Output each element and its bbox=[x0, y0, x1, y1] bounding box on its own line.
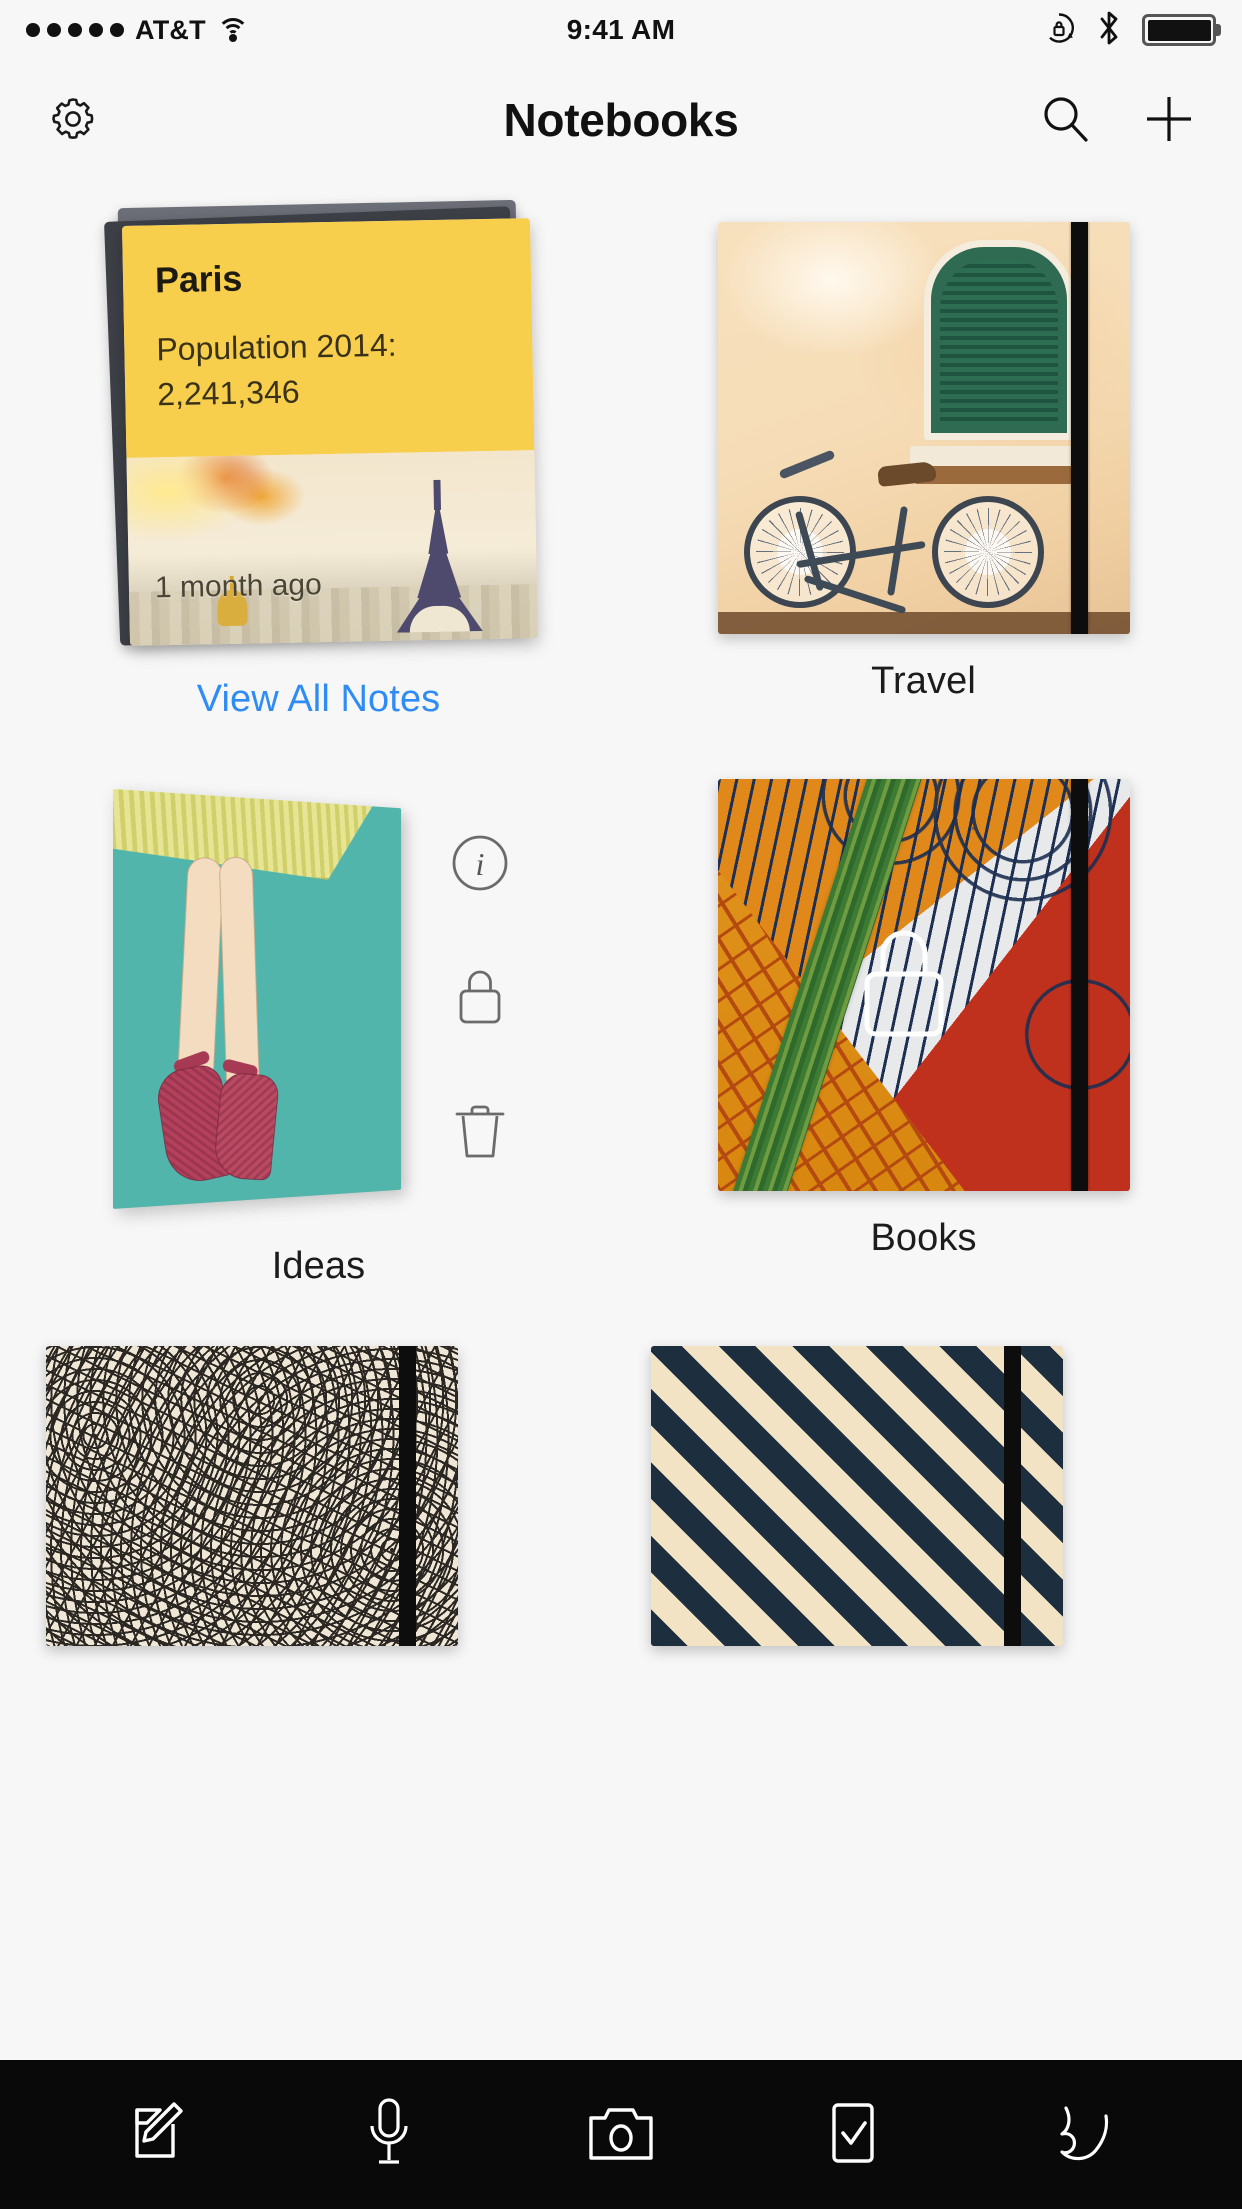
signal-strength-icon bbox=[26, 23, 124, 37]
leg-illustration bbox=[218, 857, 259, 1089]
microphone-icon bbox=[364, 2096, 414, 2173]
notebook-cover-zentangle[interactable] bbox=[46, 1346, 458, 1646]
note-text-line-1: Population 2014: bbox=[155, 321, 500, 373]
note-body: Paris Population 2014: 2,241,346 bbox=[122, 218, 534, 458]
bottom-toolbar bbox=[0, 2060, 1242, 2209]
notebooks-grid: Paris Population 2014: 2,241,346 1 month… bbox=[0, 180, 1242, 721]
note-text-line-2: 2,241,346 bbox=[156, 366, 501, 418]
notebook-locked-indicator bbox=[718, 779, 1090, 1191]
rotation-lock-icon bbox=[1042, 11, 1076, 50]
notebooks-grid-row-3 bbox=[0, 1346, 1242, 1646]
eiffel-tower-icon bbox=[390, 481, 485, 633]
notebook-cell-books: Books bbox=[651, 779, 1196, 1288]
recent-note-cell: Paris Population 2014: 2,241,346 1 month… bbox=[46, 222, 591, 721]
navigation-bar-right bbox=[1040, 92, 1196, 149]
notebook-ideas-wrapper: i bbox=[113, 779, 525, 1219]
status-bar-left: AT&T bbox=[26, 15, 249, 46]
plus-icon bbox=[1142, 92, 1196, 149]
info-circle-icon: i bbox=[449, 882, 511, 897]
notebook-cover-books[interactable] bbox=[718, 779, 1130, 1191]
bluetooth-icon bbox=[1096, 10, 1122, 51]
notebook-label-books: Books bbox=[870, 1217, 976, 1260]
new-sketch-button[interactable] bbox=[1026, 2085, 1146, 2185]
search-button[interactable] bbox=[1040, 93, 1092, 148]
view-all-notes-link[interactable]: View All Notes bbox=[197, 678, 441, 721]
leg-illustration bbox=[177, 856, 224, 1082]
notebook-info-button[interactable]: i bbox=[449, 832, 511, 897]
lock-icon bbox=[845, 918, 963, 1053]
status-bar-right bbox=[1042, 10, 1216, 51]
new-audio-note-button[interactable] bbox=[329, 2085, 449, 2185]
ground-line bbox=[718, 612, 1130, 634]
elastic-band bbox=[399, 1346, 416, 1646]
notebook-lock-button[interactable] bbox=[450, 963, 510, 1032]
sketch-squiggle-icon bbox=[1052, 2098, 1120, 2171]
window-illustration bbox=[924, 240, 1074, 440]
notebook-label-ideas: Ideas bbox=[272, 1245, 365, 1288]
notebook-cell-ideas: i bbox=[46, 779, 591, 1288]
battery-icon bbox=[1142, 14, 1216, 46]
checklist-icon bbox=[824, 2099, 882, 2170]
elastic-band bbox=[1071, 222, 1088, 634]
pencil-note-icon bbox=[125, 2098, 187, 2171]
elastic-band bbox=[1004, 1346, 1021, 1646]
bicycle-illustration bbox=[744, 458, 1044, 608]
notebook-cell-travel: Travel bbox=[651, 222, 1196, 721]
note-title: Paris bbox=[154, 253, 499, 302]
new-text-note-button[interactable] bbox=[96, 2085, 216, 2185]
new-checklist-button[interactable] bbox=[793, 2085, 913, 2185]
trash-icon bbox=[451, 1152, 509, 1167]
pointe-shoe-illustration bbox=[212, 1071, 280, 1180]
status-bar: AT&T 9:41 AM bbox=[0, 0, 1242, 60]
notebook-cover-ideas[interactable] bbox=[113, 789, 401, 1209]
search-icon bbox=[1040, 93, 1092, 148]
settings-button[interactable] bbox=[46, 92, 100, 149]
svg-text:i: i bbox=[475, 846, 484, 882]
camera-icon bbox=[586, 2102, 656, 2167]
note-photo: 1 month ago bbox=[126, 450, 538, 646]
lock-icon bbox=[450, 1017, 510, 1032]
add-notebook-button[interactable] bbox=[1142, 92, 1196, 149]
note-timestamp: 1 month ago bbox=[154, 568, 321, 605]
new-photo-note-button[interactable] bbox=[561, 2085, 681, 2185]
carrier-label: AT&T bbox=[135, 15, 206, 46]
gear-icon bbox=[46, 92, 100, 149]
notebook-label-travel: Travel bbox=[871, 660, 976, 703]
notebook-cover-travel[interactable] bbox=[718, 222, 1130, 634]
notebooks-grid-row-2: i bbox=[0, 721, 1242, 1288]
recent-note-card[interactable]: Paris Population 2014: 2,241,346 1 month… bbox=[122, 218, 538, 646]
wifi-icon bbox=[217, 18, 249, 42]
recent-note-stack[interactable]: Paris Population 2014: 2,241,346 1 month… bbox=[114, 222, 534, 652]
notebook-delete-button[interactable] bbox=[451, 1098, 509, 1167]
notebook-action-menu: i bbox=[449, 832, 511, 1167]
notebook-cover-maze[interactable] bbox=[651, 1346, 1063, 1646]
navigation-bar: Notebooks bbox=[0, 60, 1242, 180]
